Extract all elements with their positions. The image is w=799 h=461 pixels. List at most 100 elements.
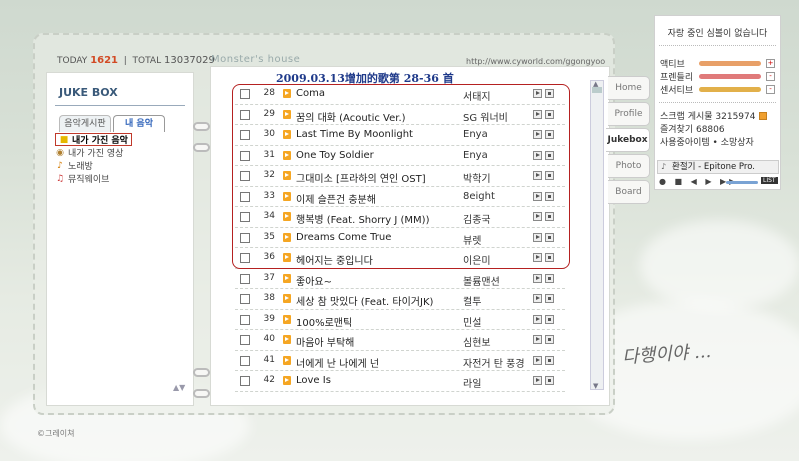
song-row[interactable]: 36 헤어지는 중입니다 이은미: [235, 248, 565, 269]
play-icon[interactable]: [283, 294, 291, 303]
listen-button[interactable]: [533, 314, 542, 324]
song-row[interactable]: 31 One Toy Soldier Enya: [235, 146, 565, 166]
song-row[interactable]: 37 좋아요~ 볼륨맨션: [235, 269, 565, 289]
song-row[interactable]: 34 행복병 (Feat. Shorry J (MM)) 김종국: [235, 207, 565, 228]
song-title[interactable]: Last Time By Moonlight: [296, 129, 461, 140]
stop-button[interactable]: [545, 253, 554, 262]
home-url-link[interactable]: http://www.cyworld.com/ggongyoo: [466, 57, 605, 66]
song-checkbox[interactable]: [240, 314, 250, 325]
tree-item-my-music[interactable]: ■ 내가 가진 음악: [55, 133, 132, 146]
listen-button[interactable]: [533, 171, 542, 180]
scroll-down-icon[interactable]: ▼: [593, 382, 598, 390]
scroll-arrows-icon[interactable]: ▲▼: [173, 383, 185, 392]
song-row[interactable]: 40 마음아 부탁해 심현보: [235, 330, 565, 351]
items-link[interactable]: 사용중아이템 • 소망상자: [660, 135, 754, 148]
favorite-count[interactable]: 즐겨찾기 68806: [660, 122, 725, 135]
stop-button[interactable]: [545, 232, 554, 242]
song-row[interactable]: 35 Dreams Come True 뷰렛: [235, 228, 565, 248]
song-checkbox[interactable]: [240, 130, 250, 140]
tree-item-my-video[interactable]: ◉ 내가 가진 영상: [55, 146, 132, 160]
scrap-count[interactable]: 스크랩 게시물 3215974: [660, 109, 767, 122]
song-checkbox[interactable]: [240, 171, 250, 181]
song-row[interactable]: 33 이제 슬픈건 충분해 8eight: [235, 187, 565, 207]
tree-item-karaoke[interactable]: ♪ 노래방: [55, 159, 132, 173]
stop-button[interactable]: [545, 294, 554, 303]
play-icon[interactable]: [283, 212, 291, 221]
song-title[interactable]: 마음아 부탁해: [296, 334, 461, 349]
listen-button[interactable]: [533, 150, 542, 160]
song-row[interactable]: 38 세상 참 맛있다 (Feat. 타이거JK) 컬투: [235, 289, 565, 310]
listen-button[interactable]: [533, 294, 542, 303]
stop-button[interactable]: [545, 314, 554, 324]
tab-profile[interactable]: Profile: [608, 102, 650, 126]
play-icon[interactable]: [283, 273, 291, 283]
listen-button[interactable]: [533, 232, 542, 242]
play-icon[interactable]: [283, 191, 291, 201]
play-icon[interactable]: [283, 150, 291, 160]
song-checkbox[interactable]: [240, 273, 250, 284]
song-title[interactable]: 100%로맨틱: [296, 314, 461, 329]
listen-button[interactable]: [533, 191, 542, 201]
playlist-button[interactable]: LIST: [761, 177, 778, 184]
stop-button[interactable]: [545, 89, 554, 98]
tab-my-music[interactable]: 내 음악: [113, 115, 165, 132]
listen-button[interactable]: [533, 273, 542, 283]
song-row[interactable]: 29 꿈의 대화 (Acoutic Ver.) SG 워너비: [235, 105, 565, 125]
stop-button[interactable]: [545, 109, 554, 119]
stat-minus-icon[interactable]: -: [766, 85, 775, 94]
listen-button[interactable]: [533, 130, 542, 139]
song-checkbox[interactable]: [240, 376, 250, 386]
stop-button[interactable]: [545, 273, 554, 283]
song-checkbox[interactable]: [240, 232, 250, 243]
song-row[interactable]: 28 Coma 서태지: [235, 84, 565, 105]
stop-button[interactable]: [545, 150, 554, 160]
stop-button[interactable]: [545, 335, 554, 344]
play-icon[interactable]: [283, 171, 291, 180]
song-row[interactable]: 30 Last Time By Moonlight Enya: [235, 125, 565, 146]
stop-button[interactable]: [545, 130, 554, 139]
listen-button[interactable]: [533, 335, 542, 344]
stat-minus-icon[interactable]: -: [766, 72, 775, 81]
song-title[interactable]: 꿈의 대화 (Acoutic Ver.): [296, 109, 461, 124]
song-checkbox[interactable]: [240, 212, 250, 222]
song-title[interactable]: 좋아요~: [296, 273, 461, 288]
song-checkbox[interactable]: [240, 89, 250, 99]
song-title[interactable]: Coma: [296, 88, 461, 99]
tree-item-musicwave[interactable]: ♫ 뮤직웨이브: [55, 172, 132, 186]
tab-jukebox[interactable]: Jukebox: [606, 128, 650, 152]
tab-photo[interactable]: Photo: [608, 154, 650, 178]
song-checkbox[interactable]: [240, 150, 250, 161]
play-icon[interactable]: [283, 335, 291, 344]
play-icon[interactable]: [283, 355, 291, 365]
song-title[interactable]: 세상 참 맛있다 (Feat. 타이거JK): [296, 293, 461, 308]
stat-plus-icon[interactable]: +: [766, 59, 775, 68]
song-checkbox[interactable]: [240, 294, 250, 304]
song-title[interactable]: 이제 슬픈건 충분해: [296, 191, 461, 206]
listen-button[interactable]: [533, 89, 542, 98]
play-icon[interactable]: [283, 130, 291, 139]
play-icon[interactable]: [283, 253, 291, 262]
play-icon[interactable]: [283, 109, 291, 119]
song-checkbox[interactable]: [240, 191, 250, 202]
tab-music-board[interactable]: 음악게시판: [59, 115, 111, 132]
play-icon[interactable]: [283, 232, 291, 242]
song-title[interactable]: 너에게 난 나에게 넌: [296, 355, 461, 370]
song-row[interactable]: 32 그대미소 [프라하의 연인 OST] 박학기: [235, 166, 565, 187]
listen-button[interactable]: [533, 212, 542, 221]
listen-button[interactable]: [533, 355, 542, 365]
listen-button[interactable]: [533, 253, 542, 262]
stop-button[interactable]: [545, 376, 554, 385]
listen-button[interactable]: [533, 109, 542, 119]
listen-button[interactable]: [533, 376, 542, 385]
song-title[interactable]: 헤어지는 중입니다: [296, 252, 461, 267]
song-title[interactable]: Love Is: [296, 375, 461, 386]
song-title[interactable]: One Toy Soldier: [296, 150, 461, 161]
play-icon[interactable]: [283, 376, 291, 385]
tab-home[interactable]: Home: [608, 76, 650, 100]
song-row[interactable]: 41 너에게 난 나에게 넌 자전거 탄 풍경: [235, 351, 565, 371]
song-title[interactable]: Dreams Come True: [296, 232, 461, 243]
tab-board[interactable]: Board: [608, 180, 650, 204]
stop-button[interactable]: [545, 355, 554, 365]
song-title[interactable]: 그대미소 [프라하의 연인 OST]: [296, 170, 461, 185]
stop-button[interactable]: [545, 212, 554, 221]
